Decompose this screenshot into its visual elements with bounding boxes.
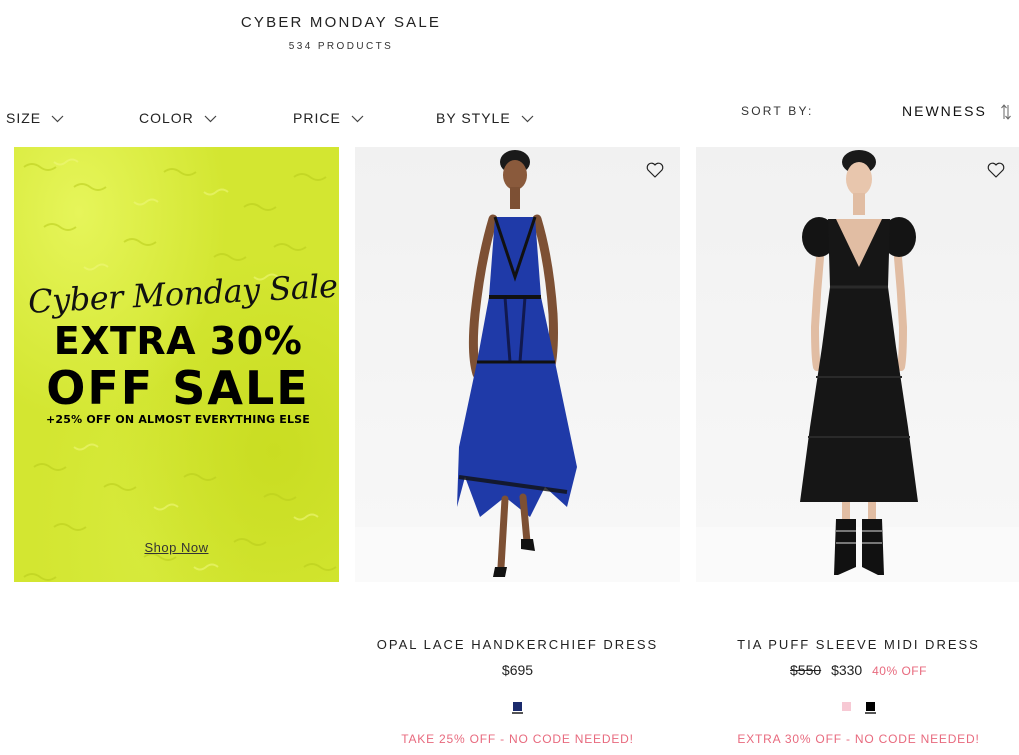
- sale-price: $330: [831, 662, 863, 678]
- sort-dropdown[interactable]: NEWNESS: [902, 103, 987, 119]
- filter-price-label: PRICE: [293, 110, 341, 126]
- color-swatch-navy[interactable]: [512, 701, 523, 712]
- filter-size-label: SIZE: [6, 110, 42, 126]
- heart-icon[interactable]: [987, 162, 1005, 178]
- promo-message: EXTRA 30% OFF - NO CODE NEEDED!: [737, 732, 980, 746]
- filter-size[interactable]: SIZE: [6, 110, 64, 126]
- model-photo: [457, 150, 577, 577]
- promo-banner[interactable]: Cyber Monday Sale EXTRA 30% OFF SALE +25…: [14, 147, 339, 582]
- discount-badge: 40% OFF: [872, 664, 927, 678]
- model-photo: [800, 150, 918, 575]
- original-price: $550: [790, 662, 822, 678]
- filter-color-label: COLOR: [139, 110, 194, 126]
- product-image[interactable]: [355, 147, 680, 582]
- heart-icon[interactable]: [646, 162, 664, 178]
- price: $695: [501, 662, 534, 678]
- product-name[interactable]: OPAL LACE HANDKERCHIEF DRESS: [355, 637, 680, 652]
- filter-price[interactable]: PRICE: [293, 110, 364, 126]
- sort-label: SORT BY:: [741, 104, 814, 118]
- color-swatch-black[interactable]: [865, 701, 876, 712]
- product-image[interactable]: [696, 147, 1019, 582]
- filter-by-style-label: BY STYLE: [436, 110, 511, 126]
- price-row: $550 $330 40% OFF: [696, 662, 1019, 678]
- promo-headline-2: OFF SALE: [46, 361, 310, 415]
- color-swatches: [355, 701, 680, 712]
- chevron-down-icon: [351, 115, 364, 122]
- chevron-down-icon: [521, 115, 534, 122]
- promo-message: TAKE 25% OFF - NO CODE NEEDED!: [401, 732, 634, 746]
- chevron-down-icon: [51, 115, 64, 122]
- color-swatches: [696, 701, 1019, 712]
- product-name[interactable]: TIA PUFF SLEEVE MIDI DRESS: [696, 637, 1019, 652]
- filter-bar: SIZE COLOR PRICE BY STYLE: [0, 110, 1019, 132]
- chevron-down-icon: [204, 115, 217, 122]
- page-title: CYBER MONDAY SALE: [240, 14, 442, 31]
- filter-color[interactable]: COLOR: [139, 110, 217, 126]
- product-card[interactable]: OPAL LACE HANDKERCHIEF DRESS $695 TAKE 2…: [355, 147, 680, 746]
- sort-order-icon[interactable]: [1000, 103, 1012, 121]
- filter-by-style[interactable]: BY STYLE: [436, 110, 534, 126]
- product-count: 534 PRODUCTS: [288, 41, 394, 52]
- price-row: $695: [355, 662, 680, 678]
- page-header: CYBER MONDAY SALE 534 PRODUCTS: [240, 14, 442, 52]
- product-card[interactable]: TIA PUFF SLEEVE MIDI DRESS $550 $330 40%…: [696, 147, 1019, 746]
- color-swatch-pink[interactable]: [841, 701, 852, 712]
- shop-now-link[interactable]: Shop Now: [14, 540, 339, 555]
- promo-headline-1: EXTRA 30%: [53, 319, 303, 363]
- promo-subline: +25% OFF ON ALMOST EVERYTHING ELSE: [45, 413, 311, 426]
